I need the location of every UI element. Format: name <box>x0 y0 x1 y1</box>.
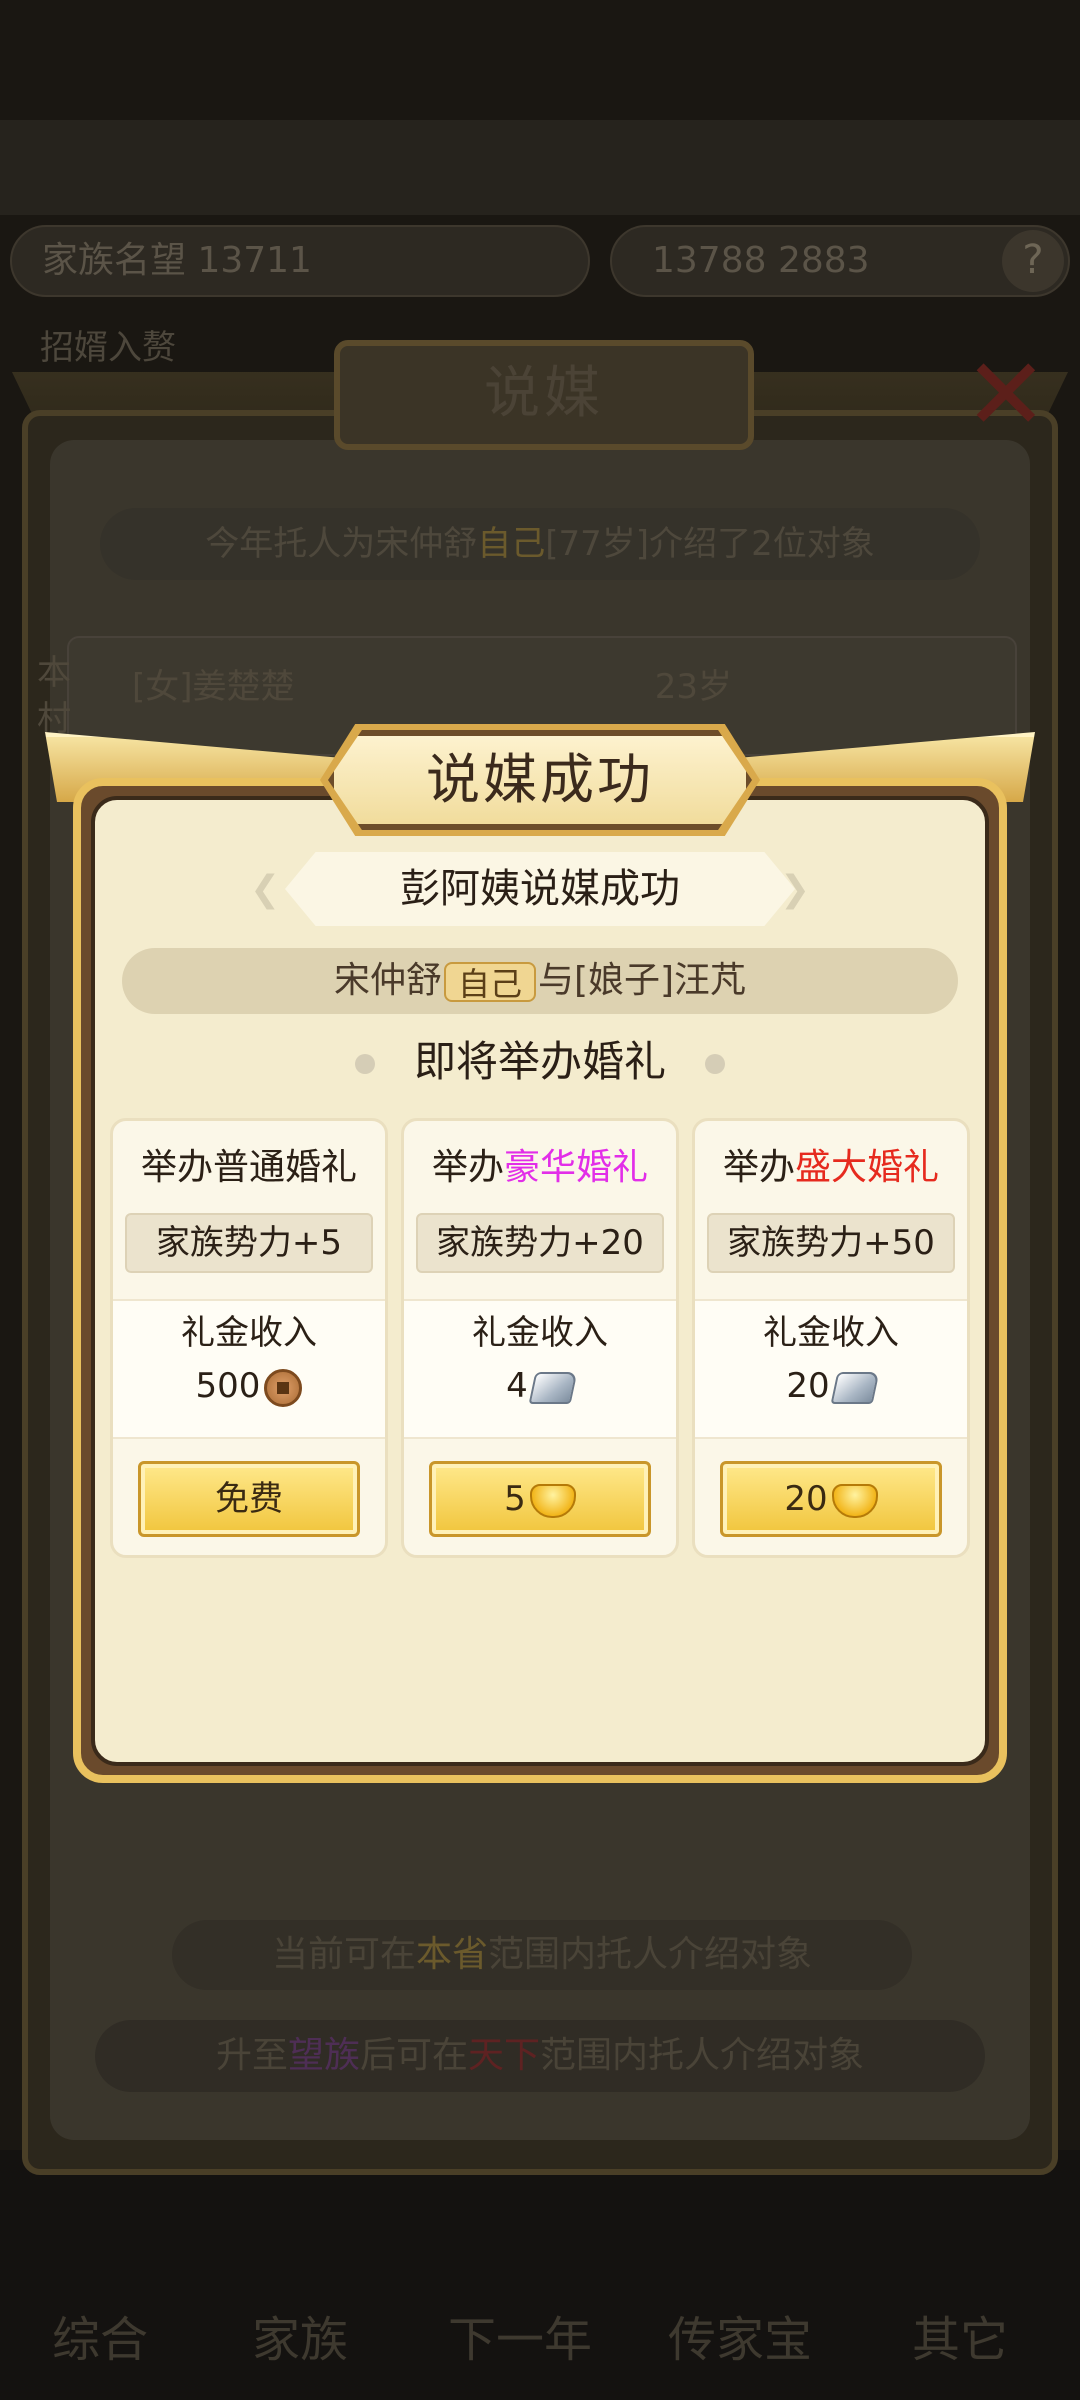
income-amount: 20 <box>786 1366 830 1406</box>
resource-bar-right: 13788 2883 <box>610 225 1070 297</box>
button-label: 免费 <box>215 1479 283 1519</box>
success-dialog: 说媒成功 ❮ 彭阿姨说媒成功 ❯ 宋仲舒 自己 与[娘子]汪芃 即将举办婚礼 举办普… <box>45 724 1035 1800</box>
matchmaker-banner: 彭阿姨说媒成功 <box>285 852 795 926</box>
wedding-option-grand: 举办盛大婚礼 家族势力+50 礼金收入 20 20 <box>692 1118 970 1558</box>
range-info-text: 当前可在 <box>271 1934 416 1975</box>
decor-dot-right <box>705 1054 725 1074</box>
option-title-prefix: 举办 <box>431 1147 504 1188</box>
option-title-prefix: 举办 <box>140 1147 213 1188</box>
top-bar <box>0 120 1080 215</box>
income-label: 礼金收入 <box>181 1313 317 1353</box>
silver-ingot-icon <box>528 1371 578 1404</box>
nav-item-next-year[interactable]: 下一年 <box>420 2300 620 2380</box>
banner-ornament-right: ❯ <box>780 869 811 910</box>
income-label: 礼金收入 <box>472 1313 608 1353</box>
income-value: 500 <box>113 1361 385 1411</box>
close-icon[interactable]: ✕ <box>964 345 1054 445</box>
hold-luxury-wedding-button[interactable]: 5 <box>429 1461 651 1537</box>
upgrade-hint: 升至望族后可在天下范围内托人介绍对象 <box>95 2020 985 2092</box>
self-badge: 自己 <box>477 524 546 564</box>
matchmaking-info: 今年托人为宋仲舒自己[77岁]介绍了2位对象 <box>100 508 980 580</box>
upgrade-hint-suffix: 范围内托人介绍对象 <box>540 2035 865 2076</box>
option-power: 家族势力+5 <box>125 1213 373 1273</box>
option-title: 举办盛大婚礼 <box>695 1143 967 1193</box>
couple-info: 宋仲舒 自己 与[娘子]汪芃 <box>122 948 958 1014</box>
income-value: 4 <box>404 1361 676 1411</box>
option-power: 家族势力+50 <box>707 1213 955 1273</box>
nav-item-family[interactable]: 家族 <box>200 2300 400 2380</box>
option-title-prefix: 举办 <box>722 1147 795 1188</box>
nav-item-other[interactable]: 其它 <box>860 2300 1060 2380</box>
button-label: 5 <box>504 1479 526 1519</box>
wedding-subtitle: 即将举办婚礼 <box>413 1037 666 1086</box>
nav-item-overview[interactable]: 综合 <box>0 2300 200 2380</box>
income-value: 20 <box>695 1361 967 1411</box>
rank-highlight: 望族 <box>287 2035 360 2076</box>
income-label: 礼金收入 <box>763 1313 899 1353</box>
copper-coin-icon <box>264 1368 303 1407</box>
dialog-title: 说媒 <box>334 340 754 450</box>
bride-text: 与[娘子]汪芃 <box>537 960 747 1001</box>
gold-ingot-icon <box>529 1483 576 1518</box>
option-title-highlight: 豪华婚礼 <box>504 1147 649 1188</box>
resource-bar-left: 家族名望 13711 <box>10 225 590 297</box>
nav-item-heirloom[interactable]: 传家宝 <box>640 2300 840 2380</box>
wedding-option-luxury: 举办豪华婚礼 家族势力+20 礼金收入 4 5 <box>401 1118 679 1558</box>
option-power: 家族势力+20 <box>416 1213 664 1273</box>
groom-name: 宋仲舒 <box>333 960 442 1001</box>
scope-highlight: 天下 <box>468 2035 541 2076</box>
option-title-name: 普通婚礼 <box>213 1147 358 1188</box>
range-highlight: 本省 <box>415 1934 488 1975</box>
hold-grand-wedding-button[interactable]: 20 <box>720 1461 942 1537</box>
button-label: 20 <box>784 1479 828 1519</box>
option-title: 举办普通婚礼 <box>113 1143 385 1193</box>
silver-ingot-icon <box>830 1371 880 1404</box>
info-text-before: 今年托人为宋仲舒 <box>205 524 478 564</box>
range-info: 当前可在本省范围内托人介绍对象 <box>172 1920 912 1990</box>
income-amount: 4 <box>506 1366 528 1406</box>
info-text-after: [77岁]介绍了2位对象 <box>545 524 875 564</box>
candidate-name: [女]姜楚楚 <box>132 667 295 707</box>
upgrade-hint-prefix: 升至 <box>215 2035 288 2076</box>
dialog-title: 说媒成功 <box>328 730 752 830</box>
income-amount: 500 <box>195 1366 261 1406</box>
candidate-age: 23岁 <box>654 667 732 707</box>
option-title-highlight: 盛大婚礼 <box>795 1147 940 1188</box>
option-title: 举办豪华婚礼 <box>404 1143 676 1193</box>
range-info-suffix: 范围内托人介绍对象 <box>488 1934 813 1975</box>
hold-normal-wedding-button[interactable]: 免费 <box>138 1461 360 1537</box>
gold-ingot-icon <box>831 1483 878 1518</box>
upgrade-hint-middle: 后可在 <box>359 2035 468 2076</box>
help-icon[interactable]: ? <box>1002 230 1064 292</box>
wedding-option-normal: 举办普通婚礼 家族势力+5 礼金收入 500 免费 <box>110 1118 388 1558</box>
self-badge: 自己 <box>443 962 536 1003</box>
